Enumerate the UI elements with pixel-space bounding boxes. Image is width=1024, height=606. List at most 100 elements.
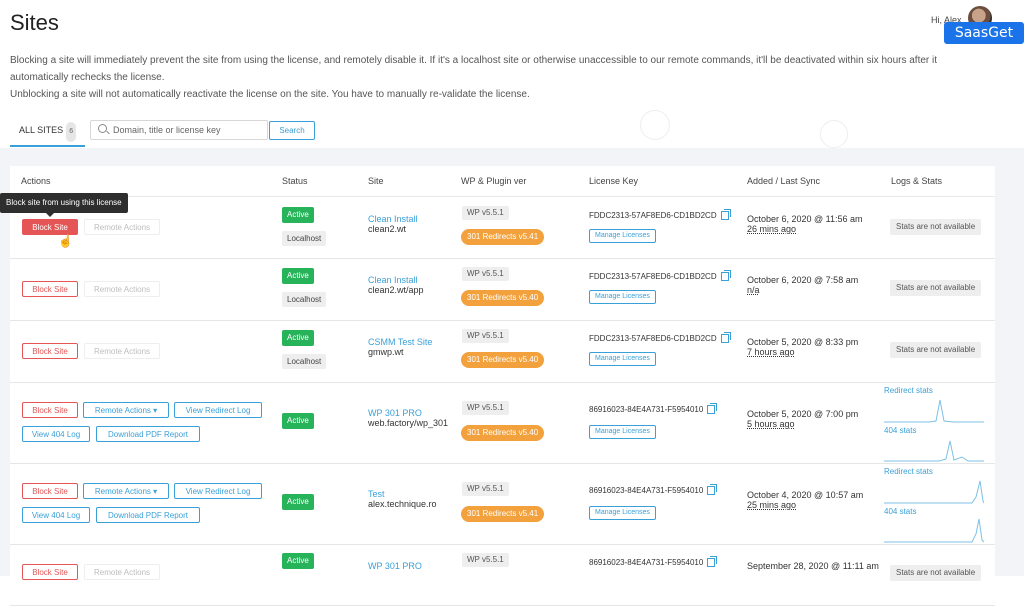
license-key: 86916023-84E4A731-F5954010 — [589, 403, 718, 415]
localhost-badge: Localhost — [282, 354, 327, 369]
tab-all-sites[interactable]: ALL SITES 6 — [10, 120, 86, 147]
added-cell: October 6, 2020 @ 11:56 am 26 mins ago — [747, 214, 863, 234]
plugin-version: 301 Redirects v5.40 — [461, 352, 545, 368]
added-date: October 4, 2020 @ 10:57 am — [747, 490, 864, 500]
wp-version: WP v5.5.1 — [462, 267, 509, 281]
manage-licenses-button[interactable]: Manage Licenses — [589, 229, 656, 243]
manage-licenses-button[interactable]: Manage Licenses — [589, 352, 656, 366]
remote-actions-button[interactable]: Remote Actions — [84, 281, 160, 297]
table-header: Actions Status Site WP & Plugin ver Lice… — [10, 166, 995, 197]
status-badge: Active — [282, 330, 314, 346]
license-key: 86916023-84E4A731-F5954010 — [589, 484, 718, 496]
last-sync: 26 mins ago — [747, 224, 797, 234]
wp-version: WP v5.5.1 — [462, 401, 509, 415]
site-path: clean2.wt — [368, 224, 407, 234]
redirect-stats-sparkline — [884, 480, 984, 504]
copy-icon[interactable] — [720, 209, 731, 221]
added-date: October 5, 2020 @ 7:00 pm — [747, 409, 859, 419]
view-404-log-button[interactable]: View 404 Log — [22, 507, 90, 523]
block-site-button[interactable]: Block Site — [22, 402, 78, 418]
table-row: Block Site Remote Actions ▾ View Redirec… — [10, 383, 995, 464]
localhost-badge: Localhost — [282, 292, 327, 307]
table-row: Block Site Remote Actions Active Localho… — [10, 259, 995, 321]
stats-unavailable: Stats are not available — [890, 565, 982, 581]
license-key-text: FDDC2313-57AF8ED6-CD1BD2CD — [589, 272, 717, 281]
top-bar: Sites Hi, Alex SaasGet — [0, 0, 1024, 48]
site-path: alex.technique.ro — [368, 499, 437, 509]
site-cell: WP 301 PRO web.factory/wp_301 — [368, 408, 448, 428]
column-header: License Key — [589, 176, 639, 186]
license-key-text: FDDC2313-57AF8ED6-CD1BD2CD — [589, 211, 717, 220]
redirect-stats-label: Redirect stats — [884, 386, 933, 395]
block-site-button[interactable]: Block Site — [22, 281, 78, 297]
view-redirect-log-button[interactable]: View Redirect Log — [174, 483, 262, 499]
site-cell: CSMM Test Site gmwp.wt — [368, 337, 432, 357]
table-area: Actions Status Site WP & Plugin ver Lice… — [0, 148, 1024, 606]
remote-actions-dropdown[interactable]: Remote Actions ▾ — [83, 483, 169, 499]
remote-actions-button[interactable]: Remote Actions — [84, 219, 160, 235]
wp-version: WP v5.5.1 — [462, 206, 509, 220]
site-title-link[interactable]: CSMM Test Site — [368, 337, 432, 347]
added-date: October 5, 2020 @ 8:33 pm — [747, 337, 859, 347]
copy-icon[interactable] — [707, 556, 718, 568]
license-key-text: FDDC2313-57AF8ED6-CD1BD2CD — [589, 334, 717, 343]
block-site-button[interactable]: Block Site — [22, 564, 78, 580]
remote-actions-button[interactable]: Remote Actions — [84, 343, 160, 359]
site-cell: Clean Install clean2.wt/app — [368, 275, 424, 295]
status-badge: Active — [282, 207, 314, 223]
search-button[interactable]: Search — [269, 121, 315, 140]
site-title-link[interactable]: Test — [368, 489, 437, 499]
site-title-link[interactable]: Clean Install — [368, 214, 418, 224]
table-row: Block Site Remote Actions Active Localho… — [10, 197, 995, 259]
site-cell: Test alex.technique.ro — [368, 489, 437, 509]
copy-icon[interactable] — [720, 270, 731, 282]
manage-licenses-button[interactable]: Manage Licenses — [589, 506, 656, 520]
column-header: WP & Plugin ver — [461, 176, 527, 186]
last-sync: 7 hours ago — [747, 347, 795, 357]
page-description: Blocking a site will immediately prevent… — [10, 52, 940, 103]
added-date: September 28, 2020 @ 11:11 am — [747, 561, 879, 571]
block-site-button[interactable]: Block Site — [22, 343, 78, 359]
status-badge: Active — [282, 268, 314, 284]
download-pdf-report-button[interactable]: Download PDF Report — [96, 507, 200, 523]
site-path: clean2.wt/app — [368, 285, 424, 295]
block-site-button[interactable]: Block Site — [22, 219, 78, 235]
hand-cursor-icon: ☝ — [58, 234, 73, 248]
block-site-button[interactable]: Block Site — [22, 483, 78, 499]
view-redirect-log-button[interactable]: View Redirect Log — [174, 402, 262, 418]
license-key-text: 86916023-84E4A731-F5954010 — [589, 558, 704, 567]
last-sync: 5 hours ago — [747, 419, 795, 429]
column-header: Site — [368, 176, 384, 186]
plugin-version: 301 Redirects v5.40 — [461, 425, 545, 441]
copy-icon[interactable] — [707, 403, 718, 415]
download-pdf-report-button[interactable]: Download PDF Report — [96, 426, 200, 442]
404-stats-sparkline — [884, 440, 984, 462]
copy-icon[interactable] — [707, 484, 718, 496]
remote-actions-dropdown[interactable]: Remote Actions ▾ — [83, 402, 169, 418]
added-cell: October 4, 2020 @ 10:57 am 25 mins ago — [747, 490, 863, 510]
remote-actions-button[interactable]: Remote Actions — [84, 564, 160, 580]
search-input[interactable] — [111, 122, 265, 138]
license-key-text: 86916023-84E4A731-F5954010 — [589, 405, 704, 414]
404-stats-label: 404 stats — [884, 507, 917, 516]
tab-bar: ALL SITES6 Search — [10, 120, 1010, 147]
site-title-link[interactable]: WP 301 PRO — [368, 561, 422, 571]
copy-icon[interactable] — [720, 332, 731, 344]
plugin-version: 301 Redirects v5.41 — [461, 506, 545, 522]
site-title-link[interactable]: WP 301 PRO — [368, 408, 448, 418]
added-date: October 6, 2020 @ 11:56 am — [747, 214, 863, 224]
column-header: Status — [282, 176, 308, 186]
search-icon — [98, 124, 107, 133]
tab-label: ALL SITES — [19, 125, 64, 135]
wp-version: WP v5.5.1 — [462, 329, 509, 343]
wp-version: WP v5.5.1 — [462, 482, 509, 496]
table-row: Block Site Remote Actions ▾ View Redirec… — [10, 464, 995, 545]
description-line: Blocking a site will immediately prevent… — [10, 55, 938, 83]
manage-licenses-button[interactable]: Manage Licenses — [589, 425, 656, 439]
manage-licenses-button[interactable]: Manage Licenses — [589, 290, 656, 304]
wp-version: WP v5.5.1 — [462, 553, 509, 567]
redirect-stats-sparkline — [884, 399, 984, 423]
stats-unavailable: Stats are not available — [890, 342, 982, 358]
site-title-link[interactable]: Clean Install — [368, 275, 424, 285]
view-404-log-button[interactable]: View 404 Log — [22, 426, 90, 442]
